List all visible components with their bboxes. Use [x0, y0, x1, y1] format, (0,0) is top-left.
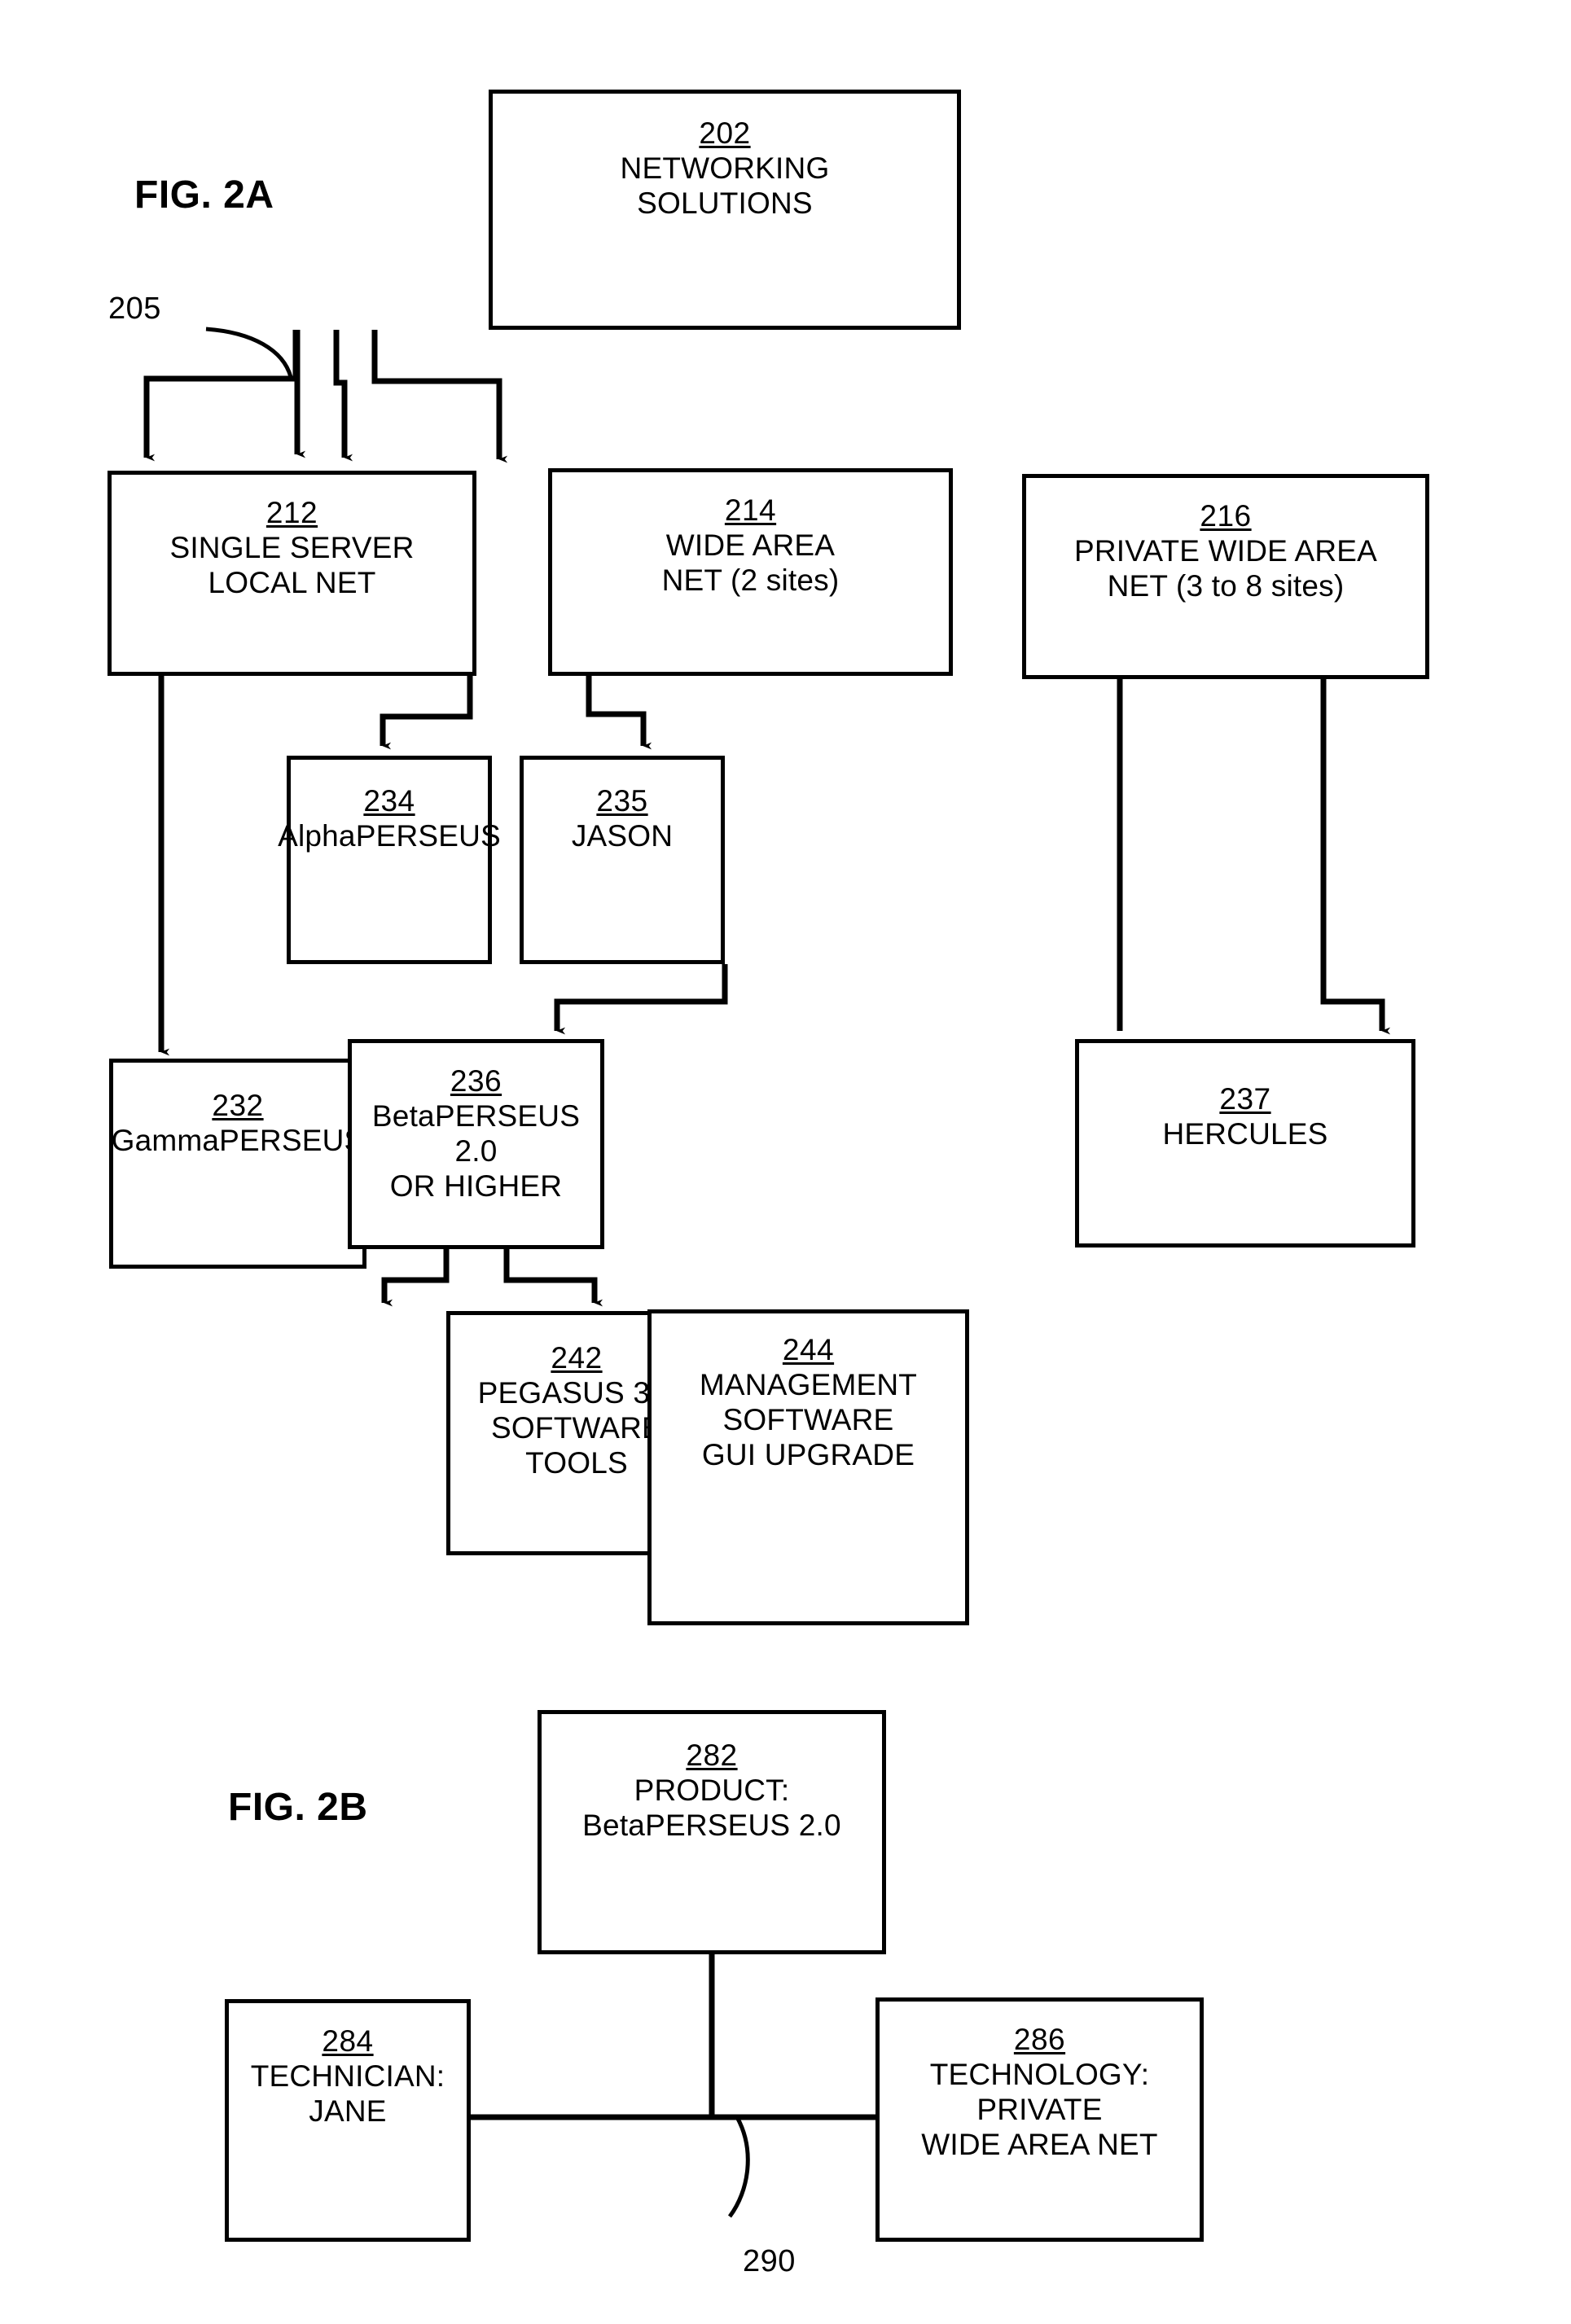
- node-216-text: PRIVATE WIDE AREA NET (3 to 8 sites): [1073, 533, 1378, 603]
- node-216-ref: 216: [1200, 499, 1252, 533]
- wire-214-234-run: [380, 676, 473, 743]
- reference-numeral-205: 205: [108, 292, 161, 326]
- wire-216-237-run: [1320, 679, 1385, 1028]
- node-236-betaperseus[interactable]: 236 BetaPERSEUS 2.0 OR HIGHER: [348, 1039, 604, 1249]
- node-284-technician-jane[interactable]: 284 TECHNICIAN: JANE: [225, 1999, 471, 2242]
- node-235-ref: 235: [596, 784, 648, 818]
- node-236-text: BetaPERSEUS 2.0 OR HIGHER: [371, 1098, 581, 1203]
- node-212-text: SINGLE SERVER LOCAL NET: [169, 530, 415, 599]
- wire-202-214-run: [333, 330, 348, 456]
- reference-numeral-290: 290: [743, 2244, 796, 2278]
- node-237-ref: 237: [1219, 1082, 1271, 1116]
- node-235-text: JASON: [571, 818, 674, 853]
- node-282-product-betaperseus[interactable]: 282 PRODUCT: BetaPERSEUS 2.0: [538, 1710, 886, 1954]
- patent-figure-page: FIG. 2A 205 202 NETWORKING SOLUTIONS 212…: [0, 0, 1571, 2324]
- node-202-networking-solutions[interactable]: 202 NETWORKING SOLUTIONS: [489, 90, 961, 330]
- node-234-text: AlphaPERSEUS: [278, 818, 501, 853]
- node-244-ref: 244: [782, 1333, 835, 1366]
- wire-235-236-run: [554, 964, 728, 1028]
- node-237-text: HERCULES: [1162, 1116, 1328, 1151]
- node-202-text: NETWORKING SOLUTIONS: [620, 151, 830, 220]
- node-244-management-software-gui-upgrade[interactable]: 244 MANAGEMENT SOFTWARE GUI UPGRADE: [647, 1309, 969, 1625]
- node-202-ref: 202: [699, 116, 751, 150]
- node-216-private-wide-area-net[interactable]: 216 PRIVATE WIDE AREA NET (3 to 8 sites): [1022, 474, 1429, 679]
- lead-line-205: [205, 327, 293, 378]
- node-212-single-server-local-net[interactable]: 212 SINGLE SERVER LOCAL NET: [108, 471, 476, 676]
- wire-202-212-run: [143, 330, 299, 456]
- node-237-hercules[interactable]: 237 HERCULES: [1075, 1039, 1415, 1248]
- node-232-ref: 232: [212, 1089, 264, 1122]
- node-286-ref: 286: [1013, 2023, 1066, 2056]
- node-232-text: GammaPERSEUS: [111, 1123, 365, 1157]
- lead-line-290: [727, 2116, 750, 2218]
- figure-label-2b: FIG. 2B: [228, 1786, 368, 1829]
- node-232-gammaperseus[interactable]: 232 GammaPERSEUS: [109, 1059, 366, 1269]
- wire-236-242-run: [381, 1249, 450, 1300]
- node-242-ref: 242: [551, 1341, 603, 1375]
- node-286-technology-private-wide-area-net[interactable]: 286 TECHNOLOGY: PRIVATE WIDE AREA NET: [875, 1997, 1204, 2242]
- wire-236-244-run: [503, 1249, 598, 1300]
- node-282-ref: 282: [686, 1739, 738, 1772]
- wire-202-212-elbow: [291, 330, 301, 382]
- node-214-text: WIDE AREA NET (2 sites): [661, 528, 840, 597]
- node-286-text: TECHNOLOGY: PRIVATE WIDE AREA NET: [921, 2057, 1158, 2161]
- wire-202-216-run: [371, 330, 502, 458]
- node-212-ref: 212: [265, 496, 318, 529]
- node-214-ref: 214: [724, 493, 777, 527]
- node-282-text: PRODUCT: BetaPERSEUS 2.0: [582, 1773, 841, 1842]
- node-236-ref: 236: [450, 1064, 502, 1098]
- wire-214-235-run: [586, 676, 647, 743]
- node-284-text: TECHNICIAN: JANE: [250, 2059, 445, 2128]
- figure-label-2a: FIG. 2A: [134, 173, 274, 217]
- node-235-jason[interactable]: 235 JASON: [520, 756, 725, 964]
- node-244-text: MANAGEMENT SOFTWARE GUI UPGRADE: [699, 1367, 918, 1471]
- node-284-ref: 284: [322, 2024, 374, 2058]
- node-234-alphaperseus[interactable]: 234 AlphaPERSEUS: [278, 756, 501, 964]
- node-214-wide-area-net[interactable]: 214 WIDE AREA NET (2 sites): [548, 468, 953, 676]
- node-234-ref: 234: [363, 784, 415, 818]
